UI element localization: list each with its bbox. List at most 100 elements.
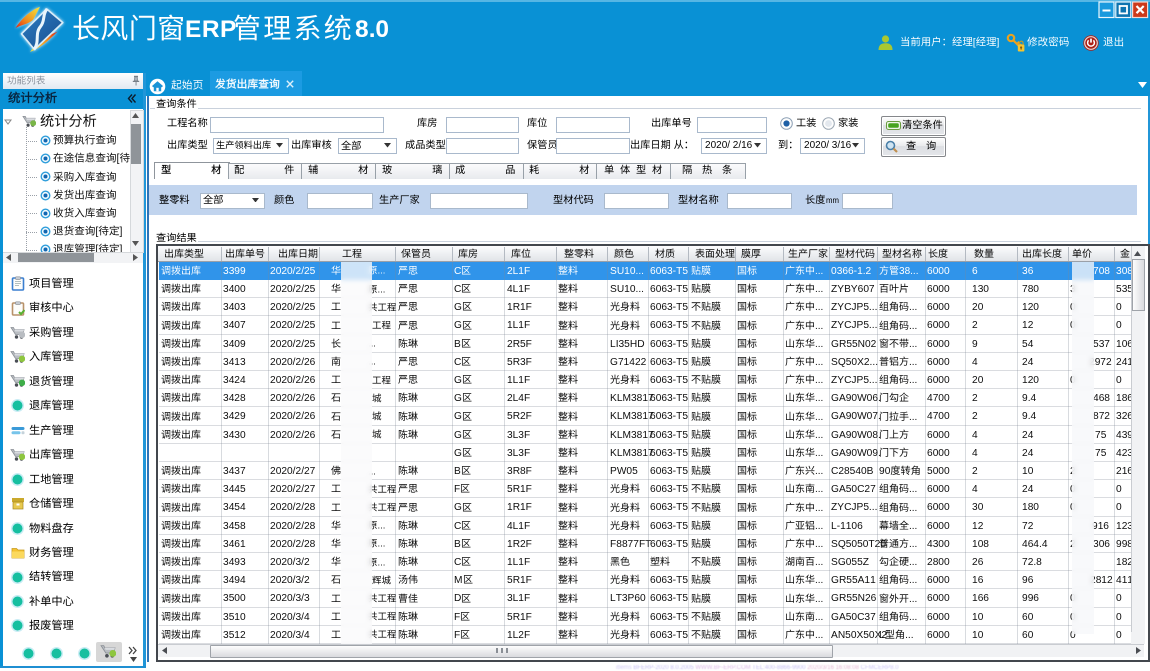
svg-text:...: ... (909, 484, 917, 495)
svg-text:75: 75 (1095, 430, 1107, 441)
svg-text:GR55N26: GR55N26 (831, 594, 877, 605)
svg-text:...: ... (909, 375, 917, 386)
svg-text:3445: 3445 (223, 484, 246, 495)
svg-text:6063-T5: 6063-T5 (650, 448, 688, 459)
svg-text:3R8F: 3R8F (507, 466, 532, 477)
svg-text:...: ... (377, 557, 385, 568)
svg-text:G: G (454, 302, 462, 313)
svg-text:6063-T5: 6063-T5 (650, 321, 688, 332)
svg-text:6063-T5: 6063-T5 (650, 521, 688, 532)
svg-text:3399: 3399 (223, 266, 246, 277)
svg-text:6063-T5: 6063-T5 (650, 484, 688, 495)
svg-text:3461: 3461 (223, 539, 246, 550)
svg-text:537: 537 (1093, 339, 1110, 350)
svg-text:54: 54 (1022, 339, 1034, 350)
svg-text:9: 9 (972, 339, 978, 350)
svg-text:4: 4 (972, 430, 978, 441)
svg-text:...: ... (909, 594, 917, 605)
svg-text:C: C (454, 266, 461, 277)
svg-text:[: [ (95, 226, 98, 238)
svg-text:6000: 6000 (927, 266, 950, 277)
svg-text:6000: 6000 (927, 339, 950, 350)
svg-text:[: [ (973, 38, 976, 49)
svg-text:...: ... (815, 375, 823, 386)
svg-text:2020/2/28: 2020/2/28 (270, 539, 316, 550)
svg-text:GA50C27: GA50C27 (831, 484, 876, 495)
svg-text:...: ... (815, 484, 823, 495)
svg-text:38...: 38... (899, 266, 918, 277)
svg-text:3L1F: 3L1F (507, 594, 530, 605)
svg-text:6000: 6000 (927, 302, 950, 313)
svg-text:6063-T5: 6063-T5 (650, 284, 688, 295)
svg-text:5R1F: 5R1F (507, 612, 532, 623)
svg-text:C: C (454, 521, 461, 532)
svg-text:1R2F: 1R2F (507, 539, 532, 550)
svg-text:0: 0 (1116, 594, 1122, 605)
svg-text:...: ... (815, 284, 823, 295)
svg-text:0: 0 (1116, 321, 1122, 332)
svg-text:75: 75 (1095, 448, 1107, 459)
svg-text:G: G (454, 503, 462, 514)
svg-text:464.4: 464.4 (1022, 539, 1048, 550)
svg-text:6063-T5: 6063-T5 (650, 266, 688, 277)
svg-text:6063-T5: 6063-T5 (650, 339, 688, 350)
svg-text:...: ... (815, 630, 823, 641)
svg-text:...: ... (815, 339, 823, 350)
svg-text:3493: 3493 (223, 557, 246, 568)
svg-text:...: ... (815, 357, 823, 368)
svg-text:2020/3/3: 2020/3/3 (270, 594, 310, 605)
svg-text:8.0: 8.0 (355, 16, 389, 43)
svg-text:...: ... (909, 503, 917, 514)
svg-text:C: C (454, 284, 461, 295)
svg-text:ZYCJP5...: ZYCJP5... (831, 321, 877, 332)
svg-text:3437: 3437 (223, 466, 246, 477)
svg-text:L-1106: L-1106 (831, 521, 863, 532)
svg-text:10: 10 (1022, 466, 1034, 477)
svg-text:ZYBY607: ZYBY607 (831, 284, 875, 295)
svg-text:...: ... (815, 557, 823, 568)
svg-text:916: 916 (1092, 521, 1109, 532)
svg-text:C: C (454, 357, 461, 368)
svg-text:2020/2/26: 2020/2/26 (270, 357, 316, 368)
svg-text:3510: 3510 (223, 612, 246, 623)
svg-text:24: 24 (1022, 430, 1034, 441)
svg-text:...: ... (905, 630, 913, 641)
svg-text:C28540B: C28540B (831, 466, 874, 477)
svg-text:2020/ 2/16: 2020/ 2/16 (705, 140, 753, 151)
svg-text:G: G (454, 430, 462, 441)
svg-text:72.8: 72.8 (1022, 557, 1042, 568)
svg-text:2020/2/25: 2020/2/25 (270, 321, 316, 332)
svg-text:24: 24 (1022, 448, 1034, 459)
svg-text:4: 4 (972, 357, 978, 368)
svg-text:10: 10 (972, 630, 984, 641)
svg-text:M: M (454, 575, 462, 586)
svg-text:1L1F: 1L1F (507, 375, 530, 386)
svg-text:...: ... (377, 539, 385, 550)
svg-text:GA90W08.: GA90W08. (831, 430, 881, 441)
svg-text:]: ] (996, 38, 999, 49)
svg-text:ZYCJP5...: ZYCJP5... (831, 375, 877, 386)
svg-text:...: ... (815, 430, 823, 441)
svg-text:3500: 3500 (223, 594, 246, 605)
svg-text:2: 2 (972, 466, 978, 477)
svg-text:GA90W07.: GA90W07. (831, 412, 881, 423)
svg-text:6000: 6000 (927, 503, 950, 514)
svg-text:2020/ 3/16: 2020/ 3/16 (804, 140, 852, 151)
svg-text:1L1F: 1L1F (507, 321, 530, 332)
svg-text:16: 16 (972, 575, 984, 586)
svg-text:5R1F: 5R1F (507, 575, 532, 586)
svg-text:30: 30 (972, 503, 984, 514)
svg-text:306: 306 (1093, 539, 1110, 550)
svg-text:108: 108 (972, 539, 989, 550)
svg-text:60: 60 (1022, 612, 1034, 623)
svg-text:1R1F: 1R1F (507, 503, 532, 514)
svg-text:0: 0 (1116, 484, 1122, 495)
svg-text:90: 90 (879, 466, 891, 477)
svg-text:GR55A11: GR55A11 (831, 575, 876, 586)
svg-text:...: ... (815, 594, 823, 605)
svg-text:GA90W09.: GA90W09. (831, 448, 881, 459)
svg-text:6000: 6000 (927, 430, 950, 441)
svg-text:6000: 6000 (927, 594, 950, 605)
svg-text:2R5F: 2R5F (507, 339, 532, 350)
svg-text:6063-T5: 6063-T5 (650, 539, 688, 550)
